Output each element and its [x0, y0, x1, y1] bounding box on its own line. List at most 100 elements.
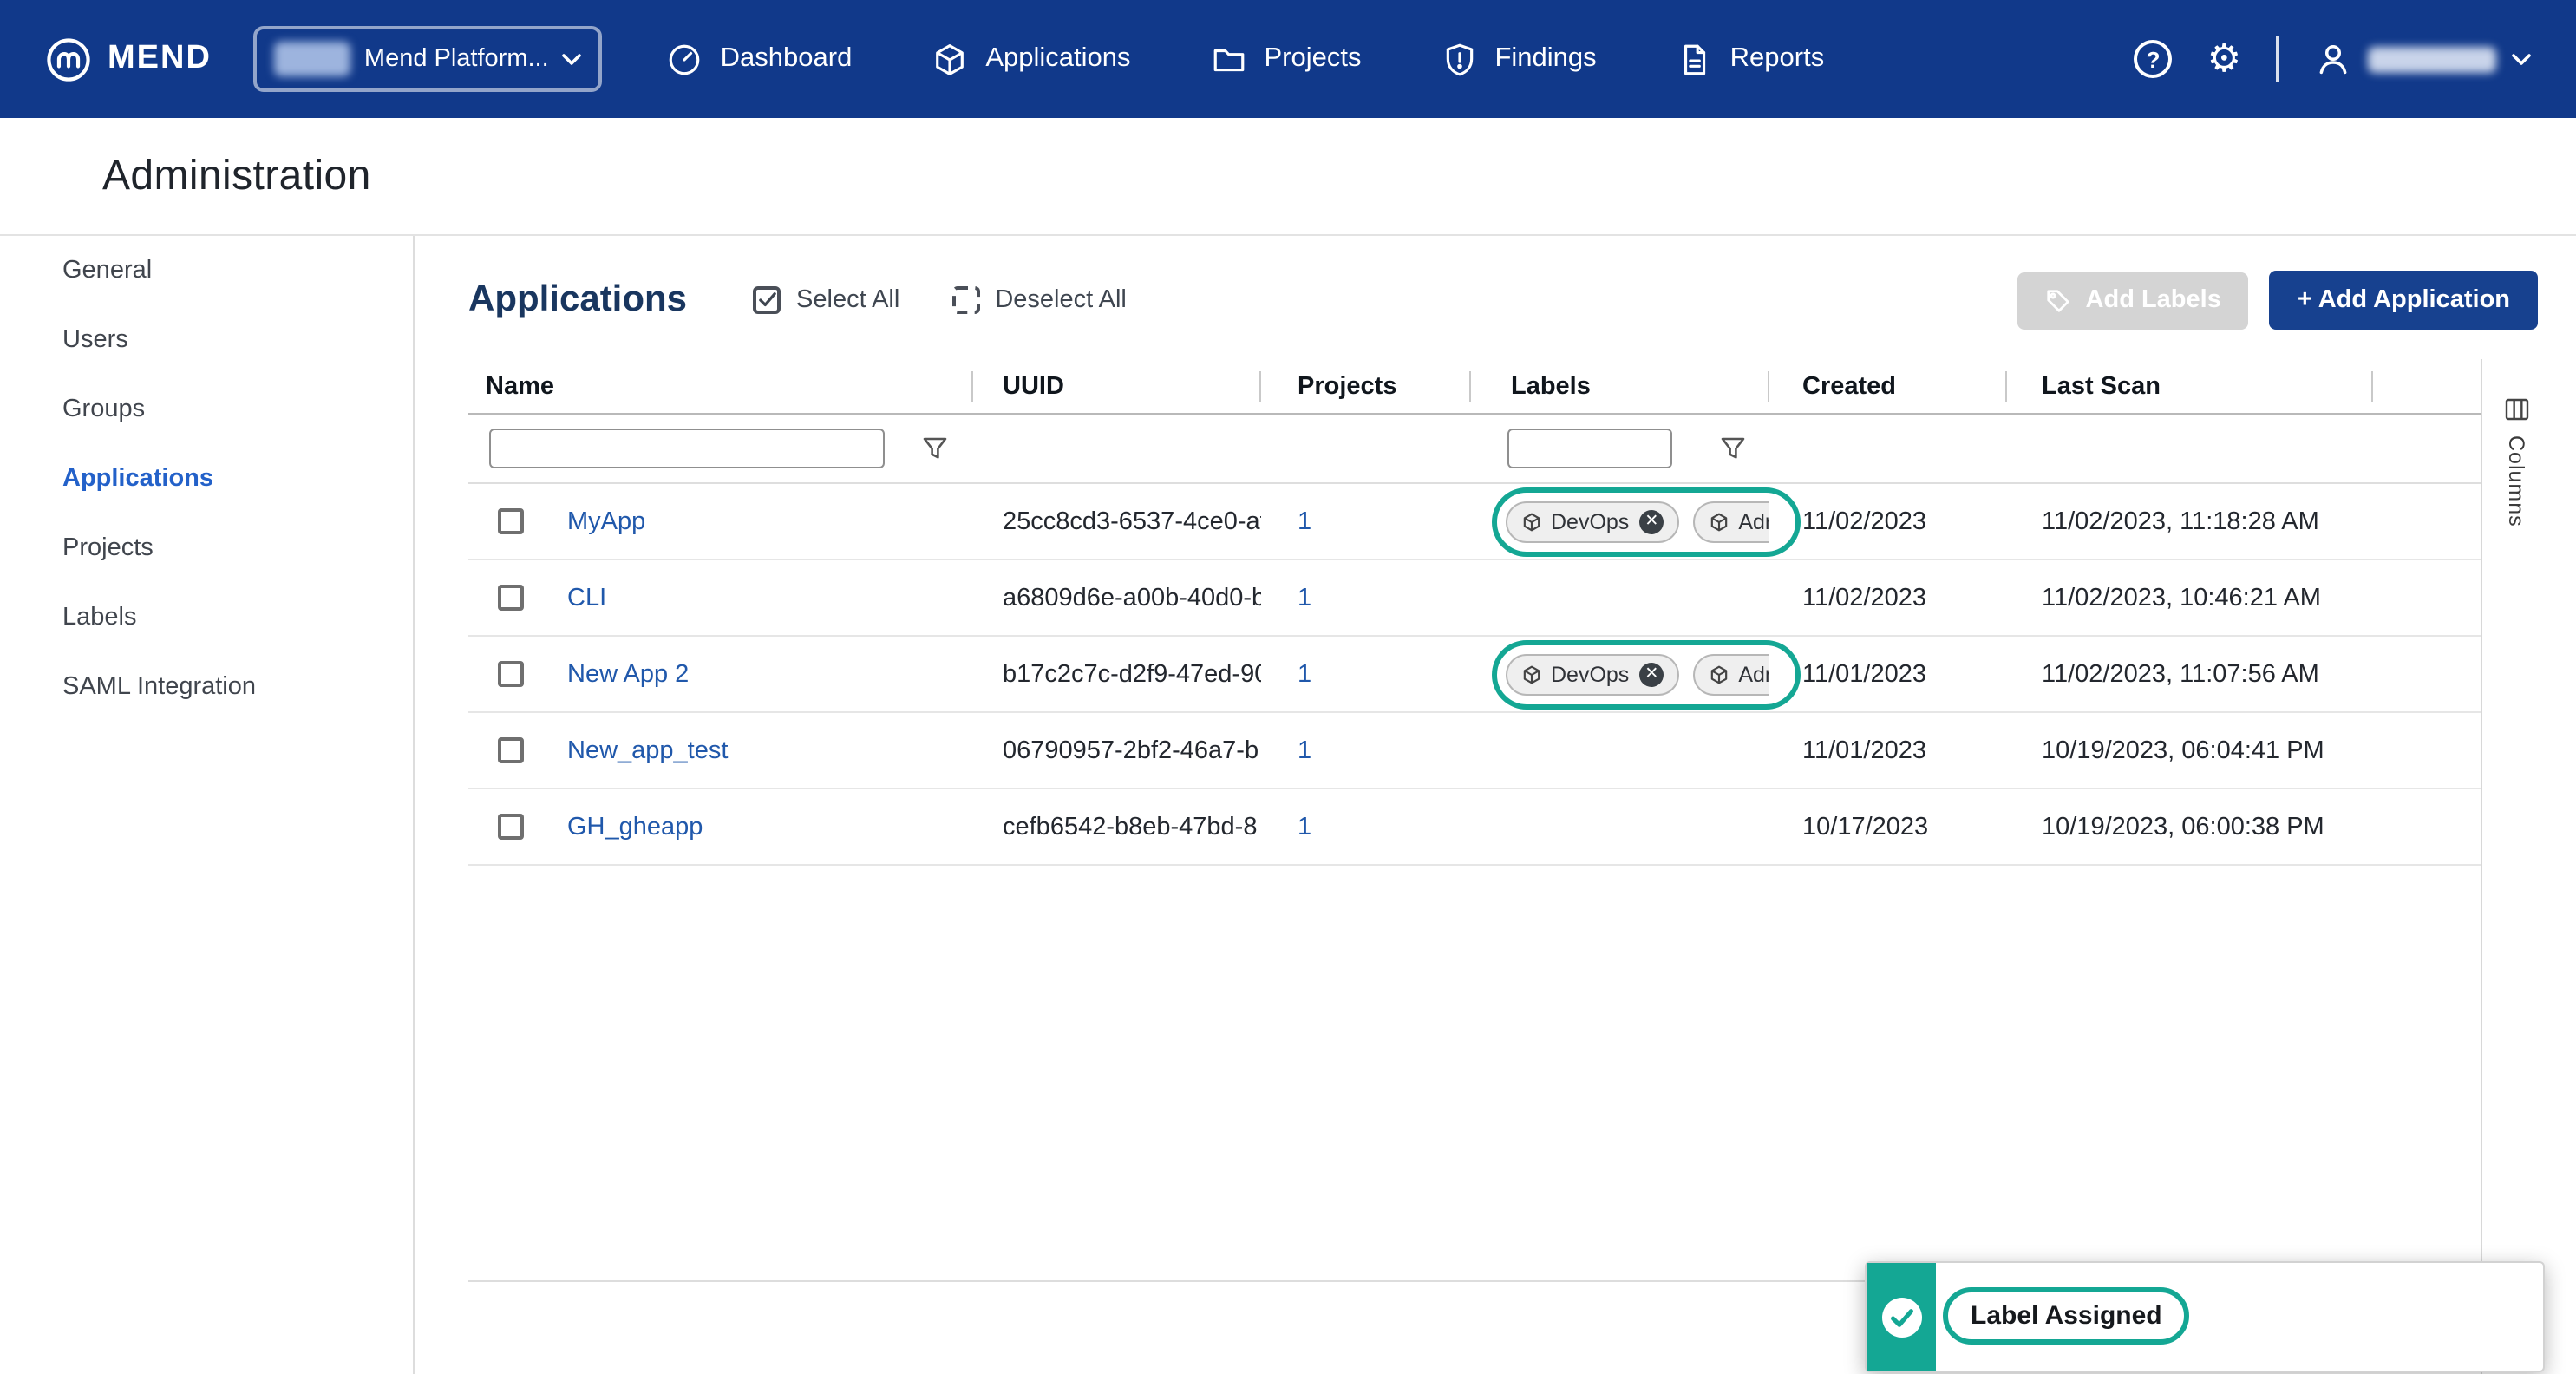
- sidebar-item-labels[interactable]: Labels: [0, 583, 413, 652]
- created-date: 11/02/2023: [1802, 507, 1926, 535]
- sidebar-item-general[interactable]: General: [0, 236, 413, 305]
- label-chip[interactable]: DevOps ✕: [1506, 501, 1679, 542]
- add-application-label: + Add Application: [2298, 286, 2510, 314]
- label-chip-text: DevOps: [1551, 662, 1629, 686]
- label-chip[interactable]: Adm: [1693, 501, 1769, 542]
- sidebar-item-label: Applications: [62, 465, 213, 493]
- row-checkbox[interactable]: [498, 508, 524, 534]
- mend-logo-icon: [45, 36, 92, 82]
- settings-gear-icon[interactable]: ⚙: [2207, 40, 2241, 78]
- app-name-link[interactable]: New App 2: [567, 660, 689, 688]
- last-scan-date: 11/02/2023, 11:07:56 AM: [2042, 660, 2319, 688]
- applications-icon: [932, 41, 968, 77]
- header-uuid[interactable]: UUID: [973, 359, 1261, 413]
- sidebar-item-projects[interactable]: Projects: [0, 514, 413, 583]
- projects-count-link[interactable]: 1: [1298, 660, 1311, 688]
- app-uuid: 06790957-2bf2-46a7-b: [1003, 736, 1259, 764]
- main-content: Applications Select All Deselect All Add…: [415, 236, 2576, 1374]
- columns-grid-icon: [2504, 397, 2528, 422]
- main-nav: Dashboard Applications Projects Findings: [627, 0, 1865, 118]
- projects-count-link[interactable]: 1: [1298, 507, 1311, 535]
- redacted-org-name: [274, 42, 350, 76]
- app-name-link[interactable]: MyApp: [567, 507, 645, 535]
- columns-panel-toggle[interactable]: Columns: [2481, 359, 2550, 1374]
- add-labels-button[interactable]: Add Labels: [2018, 272, 2249, 329]
- header-created[interactable]: Created: [1769, 359, 2007, 413]
- last-scan-date: 11/02/2023, 11:18:28 AM: [2042, 507, 2319, 535]
- label-cube-icon: [1709, 511, 1729, 532]
- user-menu[interactable]: [2314, 40, 2531, 78]
- row-checkbox[interactable]: [498, 661, 524, 687]
- row-checkbox[interactable]: [498, 814, 524, 840]
- tag-icon: [2046, 287, 2072, 313]
- sidebar-item-groups[interactable]: Groups: [0, 375, 413, 444]
- nav-findings[interactable]: Findings: [1401, 0, 1636, 118]
- sidebar-item-applications[interactable]: Applications: [0, 444, 413, 514]
- chevron-down-icon: [2512, 53, 2531, 65]
- name-filter-input[interactable]: [489, 429, 885, 468]
- toast-notification: Label Assigned: [1865, 1261, 2545, 1372]
- add-labels-label: Add Labels: [2086, 286, 2221, 314]
- projects-count-link[interactable]: 1: [1298, 813, 1311, 841]
- toast-success-icon: [1867, 1263, 1936, 1371]
- header-last-scan[interactable]: Last Scan: [2007, 359, 2373, 413]
- sidebar-item-label: SAML Integration: [62, 673, 256, 701]
- app-name-link[interactable]: GH_gheapp: [567, 813, 703, 841]
- remove-label-icon[interactable]: ✕: [1639, 662, 1664, 686]
- mend-logo[interactable]: MEND: [45, 36, 212, 82]
- findings-icon: [1441, 41, 1477, 77]
- label-chip[interactable]: DevOps ✕: [1506, 653, 1679, 695]
- remove-label-icon[interactable]: ✕: [1639, 509, 1664, 533]
- table-header-row: Name UUID Projects Labels Created Last S…: [468, 359, 2481, 415]
- projects-count-link[interactable]: 1: [1298, 736, 1311, 764]
- filter-funnel-icon[interactable]: [923, 437, 947, 460]
- sidebar-item-label: Projects: [62, 534, 154, 562]
- projects-count-link[interactable]: 1: [1298, 584, 1311, 612]
- nav-applications[interactable]: Applications: [892, 0, 1170, 118]
- row-checkbox[interactable]: [498, 737, 524, 763]
- nav-right-cluster: ? ⚙: [2135, 36, 2576, 82]
- deselect-all-button[interactable]: Deselect All: [951, 286, 1127, 314]
- header-labels[interactable]: Labels: [1471, 359, 1769, 413]
- last-scan-date: 10/19/2023, 06:04:41 PM: [2042, 736, 2324, 764]
- admin-sidebar: General Users Groups Applications Projec…: [0, 236, 415, 1374]
- sidebar-item-saml-integration[interactable]: SAML Integration: [0, 652, 413, 722]
- nav-reports-label: Reports: [1730, 43, 1825, 75]
- label-chip-text: Adm: [1738, 662, 1769, 686]
- toast-message: Label Assigned: [1971, 1301, 2162, 1331]
- nav-reports[interactable]: Reports: [1637, 0, 1865, 118]
- label-chip[interactable]: Adm: [1693, 653, 1769, 695]
- sidebar-item-label: Groups: [62, 396, 145, 423]
- table-row: New_app_test 06790957-2bf2-46a7-b 1 11/0…: [468, 713, 2481, 789]
- organization-selector[interactable]: Mend Platform...: [253, 26, 603, 92]
- select-all-button[interactable]: Select All: [753, 286, 899, 314]
- add-application-button[interactable]: + Add Application: [2270, 271, 2538, 330]
- label-cube-icon: [1521, 664, 1542, 684]
- row-checkbox[interactable]: [498, 585, 524, 611]
- nav-projects-label: Projects: [1264, 43, 1361, 75]
- sidebar-item-users[interactable]: Users: [0, 305, 413, 375]
- table-row: MyApp 25cc8cd3-6537-4ce0-af 1 DevOps ✕ A…: [468, 484, 2481, 560]
- created-date: 11/01/2023: [1802, 736, 1926, 764]
- header-labels-label: Labels: [1511, 372, 1591, 400]
- table-row: New App 2 b17c2c7c-d2f9-47ed-90 1 DevOps…: [468, 637, 2481, 713]
- labels-filter-input[interactable]: [1507, 429, 1672, 468]
- brand-name: MEND: [108, 40, 212, 78]
- sidebar-item-label: General: [62, 257, 152, 285]
- app-name-link[interactable]: New_app_test: [567, 736, 728, 764]
- help-icon[interactable]: ?: [2135, 40, 2173, 78]
- app-name-link[interactable]: CLI: [567, 584, 606, 612]
- nav-dashboard[interactable]: Dashboard: [627, 0, 892, 118]
- header-name[interactable]: Name: [468, 359, 973, 413]
- created-date: 11/02/2023: [1802, 584, 1926, 612]
- reports-icon: [1677, 41, 1713, 77]
- sidebar-item-label: Users: [62, 326, 128, 354]
- header-projects[interactable]: Projects: [1261, 359, 1471, 413]
- org-selector-label: Mend Platform...: [364, 45, 549, 73]
- filter-funnel-icon[interactable]: [1721, 437, 1745, 460]
- last-scan-date: 10/19/2023, 06:00:38 PM: [2042, 813, 2324, 841]
- deselect-all-label: Deselect All: [995, 286, 1127, 314]
- page-title: Administration: [102, 152, 371, 200]
- created-date: 11/01/2023: [1802, 660, 1926, 688]
- nav-projects[interactable]: Projects: [1170, 0, 1401, 118]
